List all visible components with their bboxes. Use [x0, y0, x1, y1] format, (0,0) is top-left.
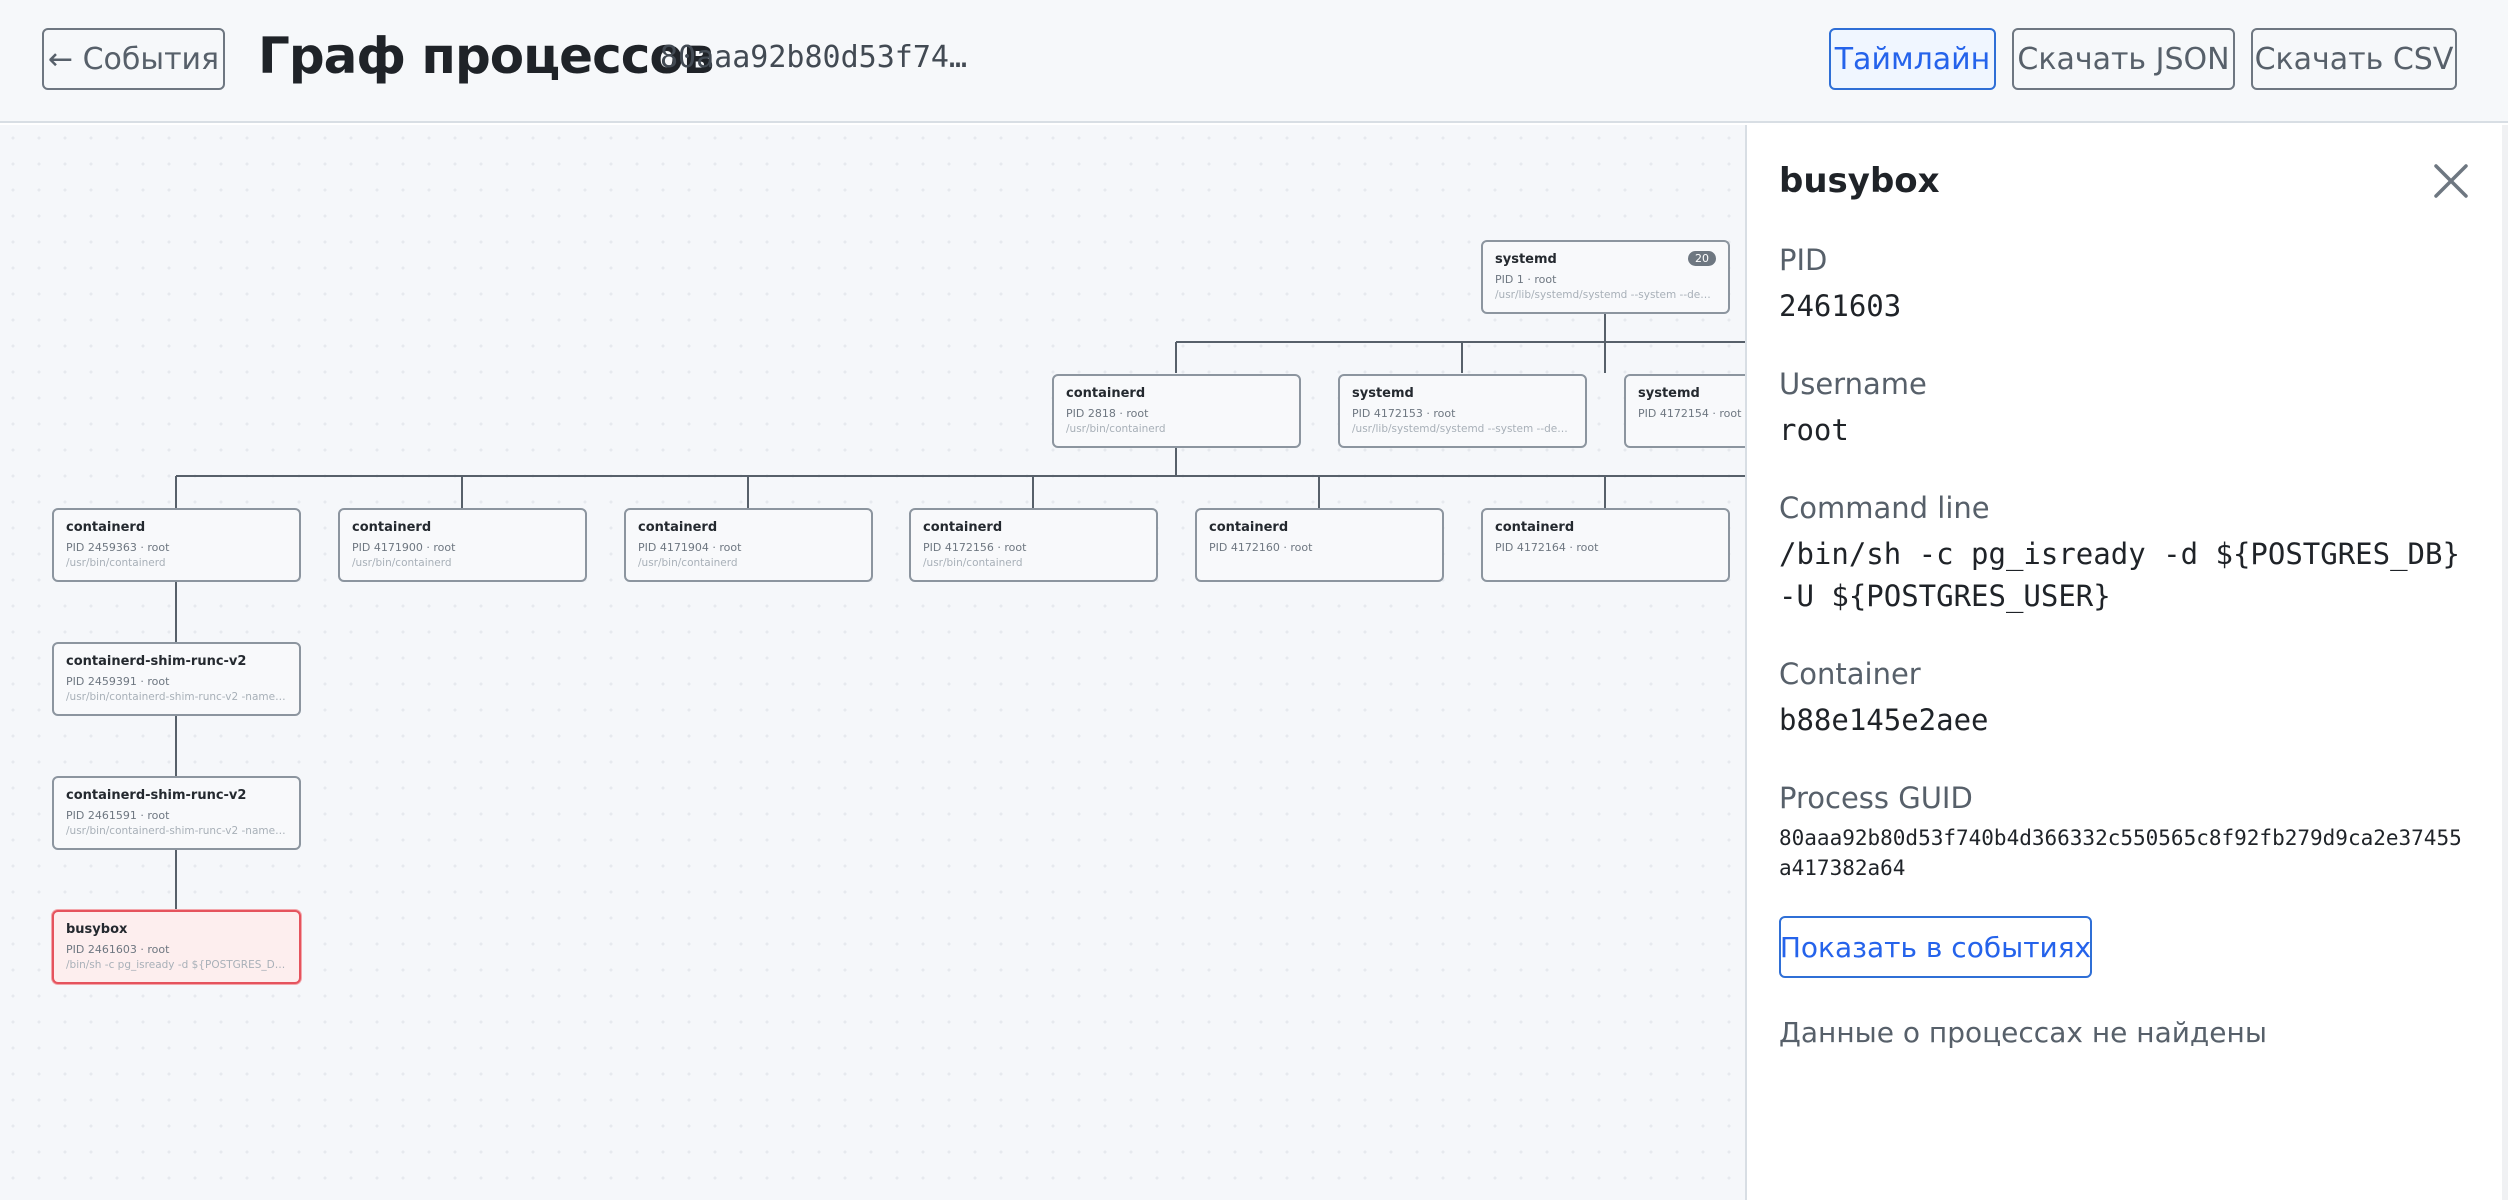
- process-node-cmd: /bin/sh -c pg_isready -d ${POSTGRES_DB} …: [66, 959, 287, 971]
- process-node-pid: PID 2461591 · root: [66, 809, 170, 822]
- process-node-cmd: /usr/lib/systemd/systemd --system --dese…: [1495, 289, 1716, 301]
- process-node-containerd[interactable]: containerd PID 4172164 · root: [1481, 508, 1730, 582]
- process-node-cmd: /usr/bin/containerd-shim-runc-v2 -namesp…: [66, 691, 287, 703]
- process-guid-label: Process GUID: [1779, 781, 1973, 815]
- command-line-label: Command line: [1779, 491, 1990, 525]
- process-node-containerd-shim[interactable]: containerd-shim-runc-v2 PID 2461591 · ro…: [52, 776, 301, 850]
- process-node-name: systemd: [1495, 252, 1557, 267]
- top-bar: ← События Граф процессов 80aaa92b80d53f7…: [0, 0, 2508, 123]
- process-node-pid: PID 4171900 · root: [352, 541, 456, 554]
- process-node-name: containerd: [923, 520, 1003, 535]
- pid-value: 2461603: [1779, 289, 1902, 323]
- back-button-label: ← События: [47, 41, 220, 77]
- process-details-panel: busybox PID 2461603 Username root Comman…: [1745, 125, 2508, 1200]
- command-line-value: /bin/sh -c pg_isready -d ${POSTGRES_DB} …: [1779, 537, 2460, 613]
- process-node-name: systemd: [1352, 386, 1414, 401]
- process-node-pid: PID 4172156 · root: [923, 541, 1027, 554]
- empty-process-data-message: Данные о процессах не найдены: [1779, 1016, 2267, 1049]
- timeline-button[interactable]: Таймлайн: [1829, 28, 1996, 90]
- container-value: b88e145e2aee: [1779, 703, 1989, 737]
- process-node-pid: PID 2459363 · root: [66, 541, 170, 554]
- process-node-systemd[interactable]: systemd PID 4172153 · root /usr/lib/syst…: [1338, 374, 1587, 448]
- process-node-containerd[interactable]: containerd PID 2459363 · root /usr/bin/c…: [52, 508, 301, 582]
- process-node-pid: PID 4172164 · root: [1495, 541, 1599, 554]
- page-title: Граф процессов: [258, 27, 714, 85]
- process-node-pid: PID 2818 · root: [1066, 407, 1149, 420]
- back-to-events-button[interactable]: ← События: [42, 28, 225, 90]
- container-label: Container: [1779, 657, 1921, 691]
- process-graph-canvas[interactable]: systemd 20 PID 1 · root /usr/lib/systemd…: [0, 125, 1745, 1200]
- panel-scrollbar[interactable]: [2502, 125, 2508, 1200]
- children-count-badge: 20: [1688, 251, 1716, 266]
- process-node-name: busybox: [66, 922, 128, 937]
- process-node-cmd: /usr/bin/containerd: [352, 557, 452, 569]
- process-node-systemd[interactable]: systemd PID 4172154 · root: [1624, 374, 1745, 448]
- process-node-name: containerd: [352, 520, 432, 535]
- pid-label: PID: [1779, 243, 1828, 277]
- process-node-pid: PID 4172153 · root: [1352, 407, 1456, 420]
- process-node-name: containerd: [1495, 520, 1575, 535]
- process-node-pid: PID 2459391 · root: [66, 675, 170, 688]
- process-node-systemd[interactable]: systemd 20 PID 1 · root /usr/lib/systemd…: [1481, 240, 1730, 314]
- process-node-containerd[interactable]: containerd PID 4172156 · root /usr/bin/c…: [909, 508, 1158, 582]
- process-node-pid: PID 4172154 · root: [1638, 407, 1742, 420]
- process-node-name: containerd: [66, 520, 146, 535]
- process-node-name: containerd: [1209, 520, 1289, 535]
- process-node-pid: PID 4172160 · root: [1209, 541, 1313, 554]
- process-node-name: systemd: [1638, 386, 1700, 401]
- username-value: root: [1779, 413, 1849, 447]
- process-node-cmd: /usr/bin/containerd: [923, 557, 1023, 569]
- download-csv-button[interactable]: Скачать CSV: [2251, 28, 2457, 90]
- process-node-name: containerd: [1066, 386, 1146, 401]
- details-title: busybox: [1779, 161, 1940, 201]
- process-node-cmd: /usr/lib/systemd/systemd --system --dese…: [1352, 423, 1573, 435]
- process-node-containerd[interactable]: containerd PID 4172160 · root: [1195, 508, 1444, 582]
- process-node-cmd: /usr/bin/containerd: [1066, 423, 1166, 435]
- username-label: Username: [1779, 367, 1927, 401]
- process-node-containerd[interactable]: containerd PID 2818 · root /usr/bin/cont…: [1052, 374, 1301, 448]
- process-node-containerd[interactable]: containerd PID 4171900 · root /usr/bin/c…: [338, 508, 587, 582]
- process-node-name: containerd: [638, 520, 718, 535]
- process-guid-short: 80aaa92b80d53f74…: [660, 40, 968, 75]
- process-node-pid: PID 4171904 · root: [638, 541, 742, 554]
- process-node-containerd-shim[interactable]: containerd-shim-runc-v2 PID 2459391 · ro…: [52, 642, 301, 716]
- process-guid-value: 80aaa92b80d53f740b4d366332c550565c8f92fb…: [1779, 826, 2462, 880]
- process-node-name: containerd-shim-runc-v2: [66, 788, 247, 803]
- process-node-pid: PID 1 · root: [1495, 273, 1557, 286]
- process-node-pid: PID 2461603 · root: [66, 943, 170, 956]
- process-node-containerd[interactable]: containerd PID 4171904 · root /usr/bin/c…: [624, 508, 873, 582]
- download-json-button[interactable]: Скачать JSON: [2012, 28, 2235, 90]
- show-in-events-button[interactable]: Показать в событиях: [1779, 916, 2092, 978]
- process-node-busybox-selected[interactable]: busybox PID 2461603 · root /bin/sh -c pg…: [52, 910, 301, 984]
- process-node-cmd: /usr/bin/containerd-shim-runc-v2 -namesp…: [66, 825, 287, 837]
- process-node-name: containerd-shim-runc-v2: [66, 654, 247, 669]
- process-node-cmd: /usr/bin/containerd: [638, 557, 738, 569]
- close-icon[interactable]: [2430, 160, 2472, 202]
- process-node-cmd: /usr/bin/containerd: [66, 557, 166, 569]
